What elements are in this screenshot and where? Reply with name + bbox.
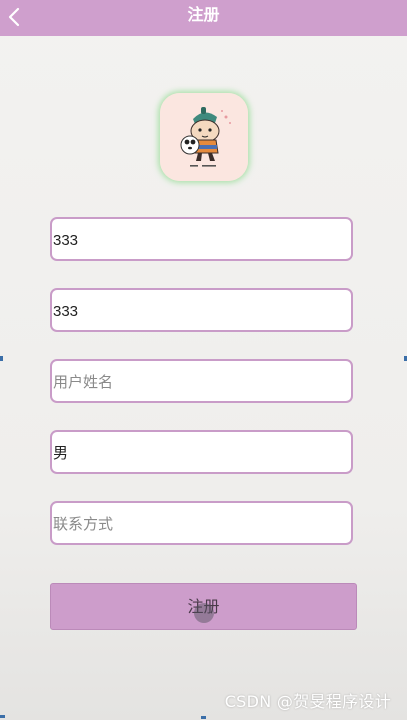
watermark: CSDN @贺旻程序设计 [224,692,391,711]
edge-marker-bottom-left [0,715,5,718]
contact-field-placeholder: 联系方式 [53,516,114,533]
avatar[interactable] [160,93,248,181]
password-field[interactable]: 333 [50,288,353,332]
title-bar: 注册 [0,0,407,36]
gender-field-value: 男 [53,445,69,462]
edge-marker-bottom-center [201,716,206,719]
password-field-value: 333 [53,303,79,320]
real-name-field-placeholder: 用户姓名 [53,374,114,391]
cartoon-panda-avatar-icon [160,93,248,181]
real-name-field[interactable]: 用户姓名 [50,359,353,403]
edge-marker-left [0,356,3,361]
page-title: 注册 [187,5,220,24]
gender-field[interactable]: 男 [50,430,353,474]
contact-field[interactable]: 联系方式 [50,501,353,545]
username-field[interactable]: 333 [50,217,353,261]
touch-indicator [194,603,214,623]
username-field-value: 333 [53,232,79,249]
